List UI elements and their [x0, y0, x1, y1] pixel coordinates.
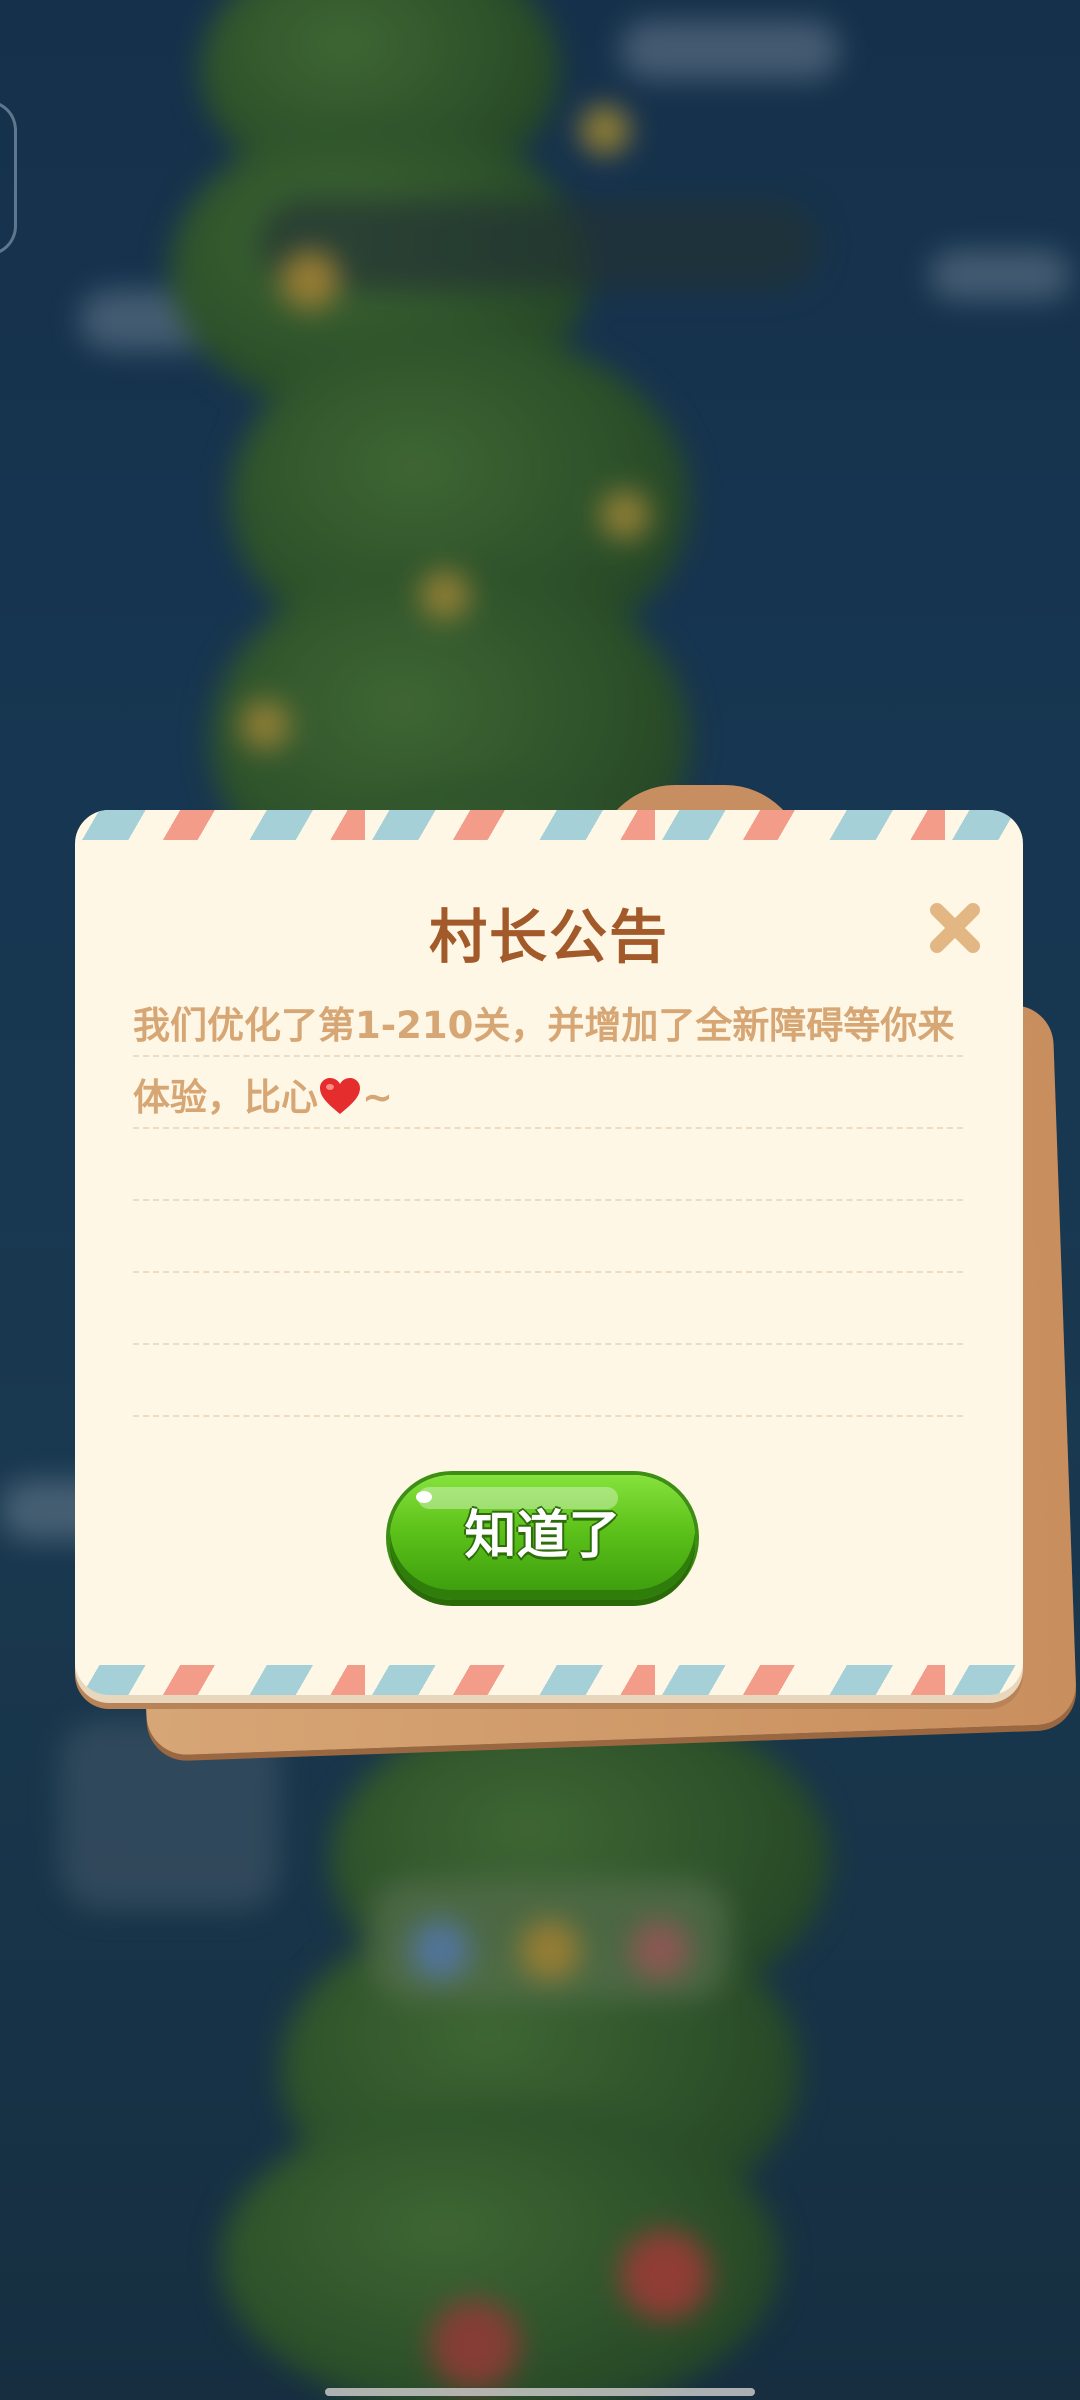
message-text: 我们优化了第1-210关，并增加了全新障碍等你来体验，比心	[133, 1004, 955, 1119]
close-icon	[930, 903, 980, 953]
home-indicator[interactable]	[325, 2388, 755, 2396]
confirm-button[interactable]: 知道了	[390, 1475, 695, 1600]
message-suffix: ~	[362, 1076, 394, 1119]
airmail-stripe-top	[75, 810, 1023, 840]
dialog-title: 村长公告	[428, 903, 669, 971]
airmail-stripe-bottom	[75, 1665, 1023, 1695]
announcement-message: 我们优化了第1-210关，并增加了全新障碍等你来体验，比心 ~	[133, 990, 973, 1134]
side-panel-tab[interactable]	[0, 100, 17, 256]
game-screen: 村长公告 我们优化了第1-210关，并增加了全新障碍等你来体验，比心 ~ 知道了	[0, 0, 1080, 2400]
close-button[interactable]	[925, 898, 985, 958]
announcement-card: 村长公告 我们优化了第1-210关，并增加了全新障碍等你来体验，比心 ~ 知道了	[75, 810, 1023, 1695]
confirm-button-label: 知道了	[464, 1505, 621, 1566]
heart-icon	[320, 1078, 360, 1114]
announcement-dialog: 村长公告 我们优化了第1-210关，并增加了全新障碍等你来体验，比心 ~ 知道了	[75, 785, 1078, 1757]
